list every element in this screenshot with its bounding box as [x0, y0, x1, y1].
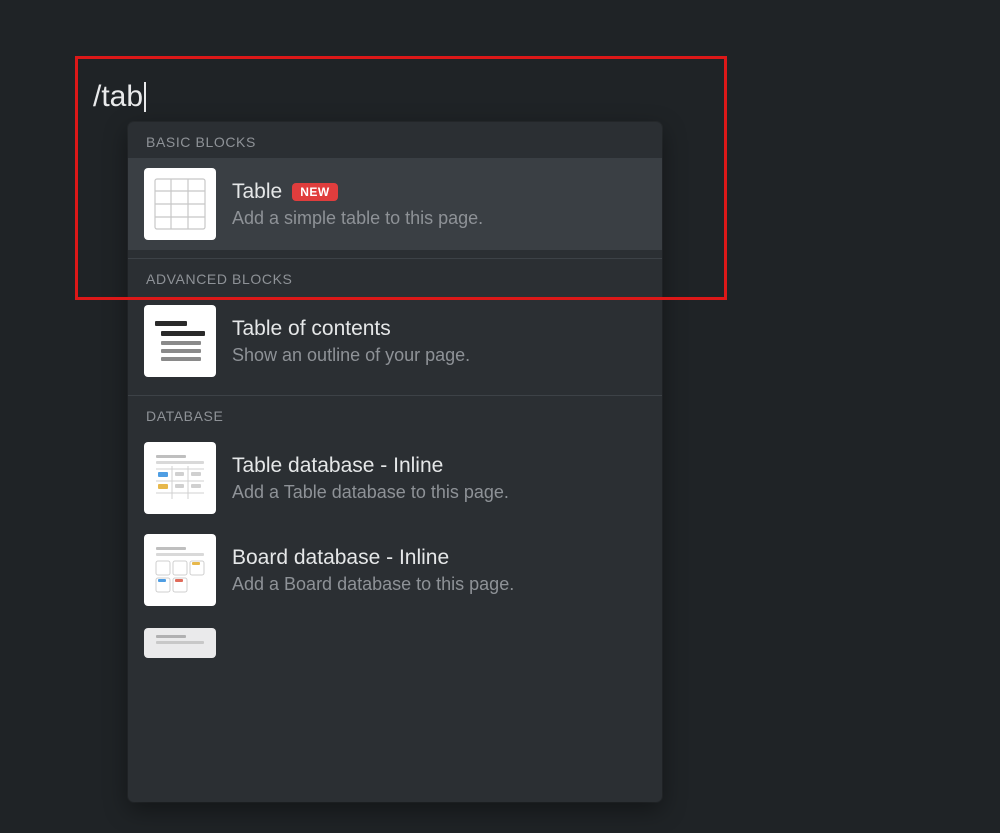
board-database-icon	[144, 534, 216, 606]
table-database-icon	[144, 442, 216, 514]
block-option-title: Table of contents	[232, 317, 391, 341]
section-header-basic: BASIC BLOCKS	[128, 122, 662, 158]
toc-icon	[144, 305, 216, 377]
block-option-title: Table	[232, 180, 282, 204]
section-header-database: DATABASE	[128, 396, 662, 432]
block-option-toc[interactable]: Table of contents Show an outline of you…	[128, 295, 662, 387]
table-icon	[144, 168, 216, 240]
block-option-desc: Add a Board database to this page.	[232, 574, 514, 595]
text-caret	[144, 82, 146, 112]
block-picker-popup: BASIC BLOCKS Table NEW Add a simple tabl…	[128, 122, 662, 802]
block-option-board-db-inline[interactable]: Board database - Inline Add a Board data…	[128, 524, 662, 616]
block-option-desc: Show an outline of your page.	[232, 345, 470, 366]
block-option-table[interactable]: Table NEW Add a simple table to this pag…	[128, 158, 662, 250]
block-option-table-db-inline[interactable]: Table database - Inline Add a Table data…	[128, 432, 662, 524]
block-option-desc: Add a simple table to this page.	[232, 208, 483, 229]
gallery-database-icon	[144, 628, 216, 658]
section-header-advanced: ADVANCED BLOCKS	[128, 259, 662, 295]
block-option-desc: Add a Table database to this page.	[232, 482, 509, 503]
block-option-gallery-db-inline-partial[interactable]	[128, 616, 662, 668]
slash-command-text: /tab	[93, 80, 143, 114]
block-option-title: Board database - Inline	[232, 546, 449, 570]
slash-command-input[interactable]: /tab	[93, 80, 146, 114]
new-badge: NEW	[292, 183, 338, 201]
block-option-title: Table database - Inline	[232, 454, 443, 478]
